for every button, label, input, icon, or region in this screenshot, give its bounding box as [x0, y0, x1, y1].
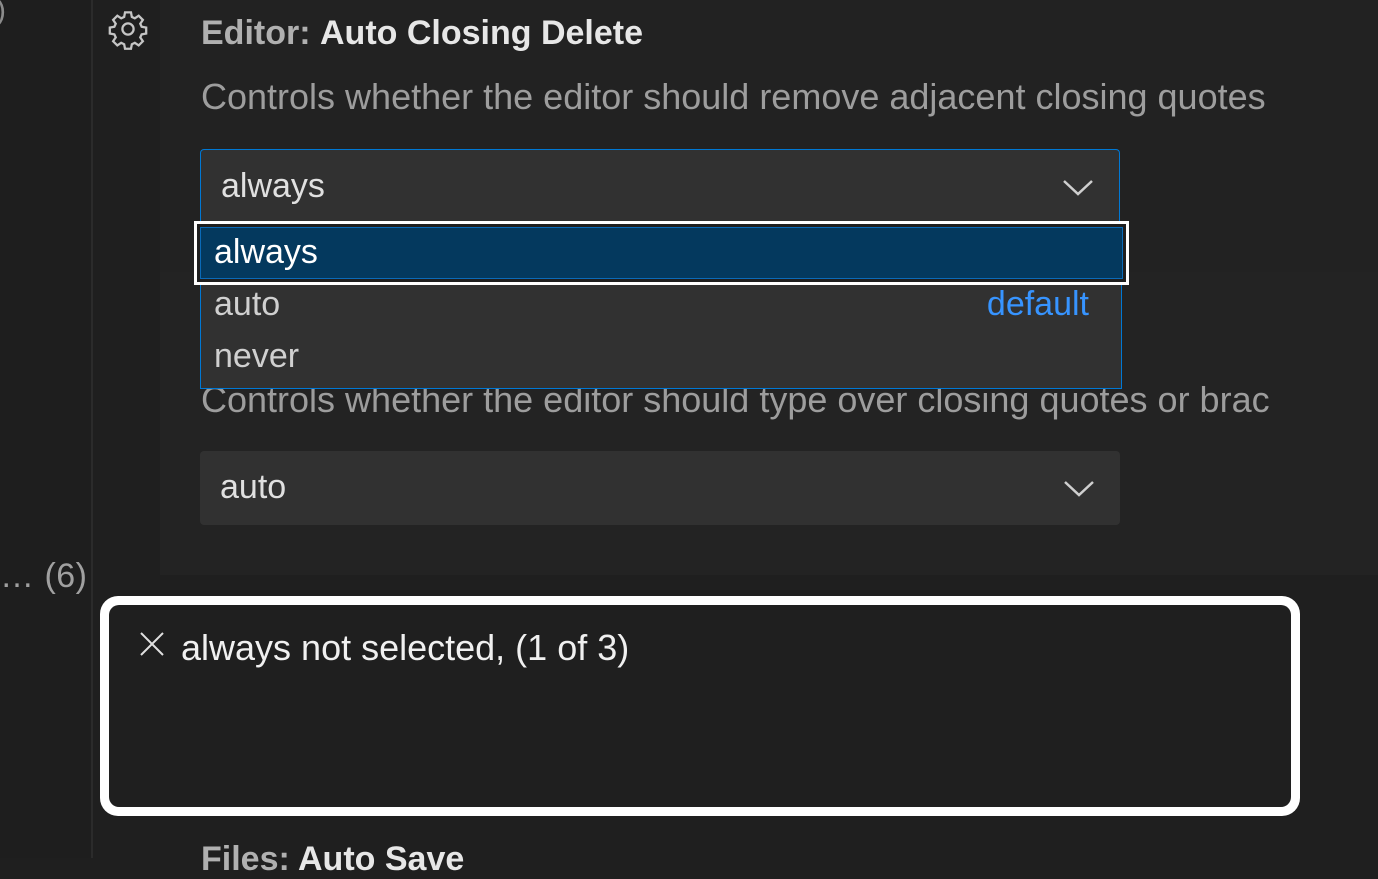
default-tag: default [986, 285, 1089, 323]
option-label: always [214, 233, 318, 271]
gear-icon[interactable] [107, 8, 149, 50]
dropdown-option-never[interactable]: never [201, 331, 1121, 383]
setting-title: Editor: Auto Closing Delete [201, 14, 643, 53]
announcement-text: always not selected, (1 of 3) [181, 627, 630, 668]
chevron-down-icon [1063, 180, 1093, 196]
option-highlight [200, 227, 1123, 279]
close-icon[interactable] [135, 627, 169, 661]
select-dropdown-list: always auto default never [194, 221, 1129, 389]
option-label: never [214, 337, 300, 375]
panel-divider[interactable] [91, 0, 93, 858]
next-setting-category: Files: [201, 840, 290, 878]
dropdown-option-always[interactable]: always [194, 221, 1129, 285]
announcement-body: always not selected, (1 of 3) [109, 605, 1291, 807]
auto-closing-delete-select[interactable]: always [200, 149, 1120, 223]
next-setting-title: Files: Auto Save [201, 840, 464, 879]
next-setting-name: Auto Save [298, 840, 465, 878]
option-label: auto [214, 285, 281, 323]
toc-item-count[interactable]: … (6) [0, 557, 88, 596]
setting-category: Editor: [201, 14, 311, 52]
chevron-down-icon [1064, 481, 1094, 497]
dropdown-option-auto[interactable]: auto default [201, 279, 1121, 331]
left-panel: ) … (6) [0, 0, 92, 858]
select-value: always [221, 167, 325, 205]
left-panel-glyph: ) [0, 0, 6, 28]
select-value-2: auto [220, 468, 287, 506]
setting-description: Controls whether the editor should remov… [201, 76, 1266, 117]
setting-name: Auto Closing Delete [320, 14, 644, 52]
auto-closing-overtype-select[interactable]: auto [200, 451, 1120, 525]
accessibility-announcement-popup: always not selected, (1 of 3) [100, 596, 1300, 816]
